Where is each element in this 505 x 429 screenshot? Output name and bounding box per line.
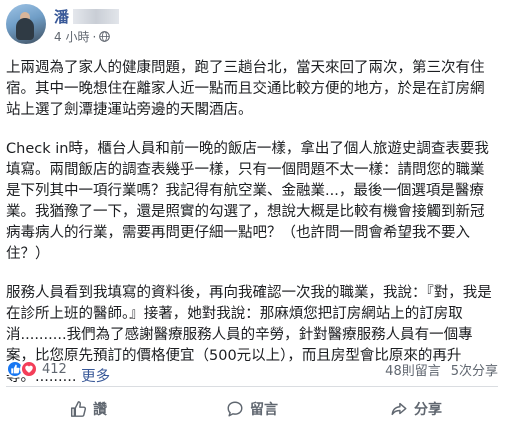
post-header: 潘 4 小時 · <box>6 4 486 48</box>
comment-count[interactable]: 48則留言 <box>385 360 441 379</box>
post-paragraph-1: 上兩週為了家人的健康問題，跑了三趟台北，當天來回了兩次，第三次有住宿。其中一晚想… <box>6 60 485 118</box>
action-bar: 讚 留言 分享 <box>6 392 498 426</box>
comment-icon <box>227 401 243 417</box>
post-paragraph-2: Check in時，櫃台人員和前一晚的飯店一樣，拿出了個人旅遊史調查表要我填寫。… <box>6 141 489 262</box>
facebook-post: 潘 4 小時 · 上兩週為了家人的健康問題，跑了三趟台北，當天來回了兩次，第三次… <box>0 0 505 429</box>
post-timestamp[interactable]: 4 小時 <box>54 28 89 45</box>
engagement-counts: 48則留言 5次分享 <box>385 360 498 379</box>
share-count[interactable]: 5次分享 <box>451 360 498 379</box>
author-name[interactable]: 潘 <box>54 6 69 27</box>
post-meta: 4 小時 · <box>54 28 111 45</box>
post-stats: 412 48則留言 5次分享 <box>6 357 498 381</box>
share-icon <box>391 402 407 416</box>
like-label: 讚 <box>93 402 107 418</box>
thumbs-up-icon <box>70 401 87 417</box>
divider <box>6 386 498 387</box>
share-button[interactable]: 分享 <box>334 392 498 426</box>
like-button[interactable]: 讚 <box>6 392 170 426</box>
comment-label: 留言 <box>250 402 278 418</box>
globe-icon[interactable] <box>99 31 111 42</box>
redacted-name-blur <box>73 8 120 24</box>
comment-button[interactable]: 留言 <box>170 392 334 426</box>
avatar[interactable] <box>6 4 46 44</box>
reaction-count[interactable]: 412 <box>42 362 67 377</box>
meta-separator: · <box>92 29 97 44</box>
love-reaction-icon[interactable] <box>20 360 38 378</box>
share-label: 分享 <box>414 402 442 418</box>
author-row: 潘 <box>54 6 120 27</box>
post-body: 上兩週為了家人的健康問題，跑了三趟台北，當天來回了兩次，第三次有住宿。其中一晚想… <box>6 58 498 406</box>
